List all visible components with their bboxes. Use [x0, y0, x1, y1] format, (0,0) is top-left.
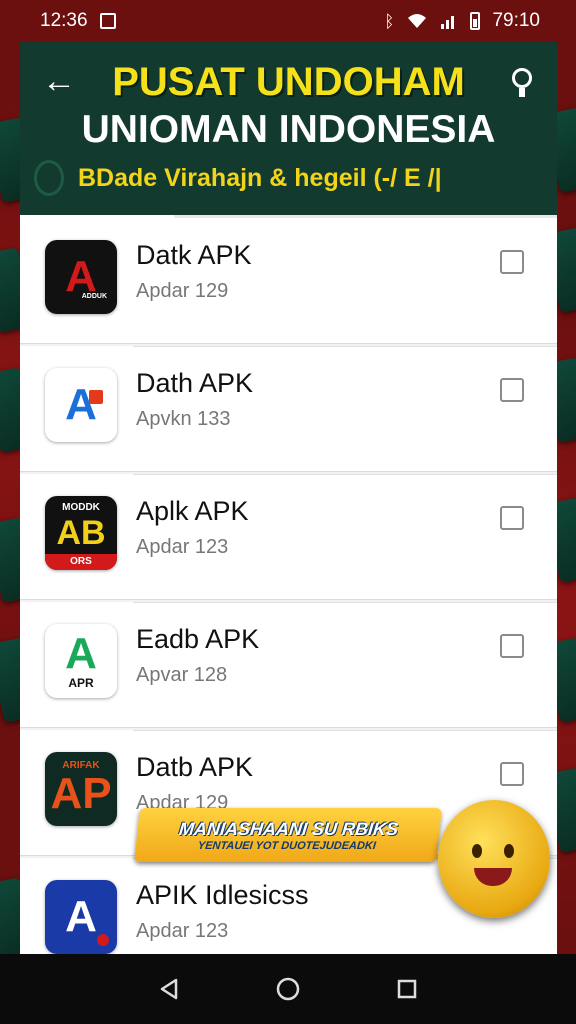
app-icon-blue-circle-a: A: [45, 880, 117, 954]
screenshot-icon: [99, 13, 116, 29]
select-checkbox[interactable]: [500, 762, 524, 786]
app-icon-ab-mod: MODDK AB ORS: [45, 496, 117, 570]
row-divider: [133, 474, 557, 475]
battery-icon: [470, 12, 481, 30]
lightbulb-bulb: [512, 68, 532, 88]
recents-square-icon[interactable]: [391, 973, 423, 1005]
app-name: Datb APK: [136, 752, 254, 782]
wifi-icon: [408, 14, 427, 28]
app-name: Datk APK: [136, 240, 252, 270]
app-name: Aplk APK: [136, 496, 249, 526]
select-checkbox[interactable]: [500, 634, 524, 658]
app-logo-badge: [97, 934, 109, 946]
mascot-mouth: [474, 868, 512, 886]
signal-icon: [441, 16, 455, 29]
mascot-eye: [504, 844, 514, 858]
app-version: Apvkn 133: [136, 408, 231, 430]
row-divider: [133, 602, 557, 603]
list-item[interactable]: MODDK AB ORS Aplk APK Apdar 123: [20, 474, 557, 600]
app-logo-text: ARIFAK: [62, 760, 100, 771]
app-logo-text: APR: [68, 676, 94, 690]
row-divider: [133, 346, 557, 347]
app-name: APIK Idlesicss: [136, 880, 309, 910]
home-circle-icon[interactable]: [272, 973, 304, 1005]
app-version: Apdar 123: [136, 536, 229, 558]
lightbulb-icon[interactable]: [507, 64, 537, 100]
list-item[interactable]: A ADDUK Datk APK Apdar 129: [20, 218, 557, 344]
whatsapp-icon: [34, 160, 64, 196]
app-logo-glyph: AB: [56, 514, 106, 552]
app-version: Apdar 129: [136, 280, 229, 302]
app-icon-apk-a: A APR: [45, 624, 117, 698]
lightbulb-stem: [519, 88, 525, 97]
app-logo-text: MODDK: [62, 502, 100, 513]
row-divider: [133, 730, 557, 731]
app-version: Apdar 123: [136, 920, 229, 942]
status-left: 12:36: [40, 10, 116, 32]
promo-headline: MANIASHAANI SU RBIKS: [178, 818, 400, 839]
select-checkbox[interactable]: [500, 506, 524, 530]
app-version: Apvar 128: [136, 664, 228, 686]
app-logo-glyph: A: [65, 629, 97, 678]
app-icon-red-a: A ADDUK: [45, 240, 117, 314]
coin-mascot-icon[interactable]: [438, 800, 550, 918]
select-checkbox[interactable]: [500, 250, 524, 274]
app-logo-glyph: AP: [50, 769, 112, 818]
page-subtitle: BDade Virahajn & hegeil (-/ E /|: [78, 164, 442, 192]
mascot-eye: [472, 844, 482, 858]
app-icon-blue-a: A: [45, 368, 117, 442]
status-right: ᛒ 79:10: [384, 10, 540, 32]
app-logo-text: ADDUK: [81, 293, 107, 300]
app-name: Eadb APK: [136, 624, 260, 654]
status-clock: 79:10: [492, 10, 540, 31]
promo-banner[interactable]: MANIASHAANI SU RBIKS YENTAUEI YOT DUOTEJ…: [134, 808, 442, 862]
back-triangle-icon[interactable]: [153, 973, 185, 1005]
list-item[interactable]: A Dath APK Apvkn 133: [20, 346, 557, 472]
app-logo-badge: [89, 390, 103, 404]
app-logo-text: ORS: [45, 554, 117, 570]
promo-subline: YENTAUEI YOT DUOTEJUDEADKI: [197, 839, 377, 852]
page-title-secondary: UNIOMAN INDONESIA: [81, 108, 496, 151]
select-checkbox[interactable]: [500, 378, 524, 402]
system-nav-bar: [0, 954, 576, 1024]
status-bar: 12:36 ᛒ 79:10: [0, 0, 576, 42]
app-icon-ap: ARIFAK AP: [45, 752, 117, 826]
app-name: Dath APK: [136, 368, 254, 398]
app-header: ← PUSAT UNDOHAM UNIOMAN INDONESIA BDade …: [20, 42, 557, 218]
status-time: 12:36: [40, 10, 88, 31]
page-title: PUSAT UNDOHAM: [112, 60, 465, 104]
list-item[interactable]: A APR Eadb APK Apvar 128: [20, 602, 557, 728]
app-logo-glyph: A: [65, 892, 97, 941]
bluetooth-icon: ᛒ: [384, 11, 395, 31]
